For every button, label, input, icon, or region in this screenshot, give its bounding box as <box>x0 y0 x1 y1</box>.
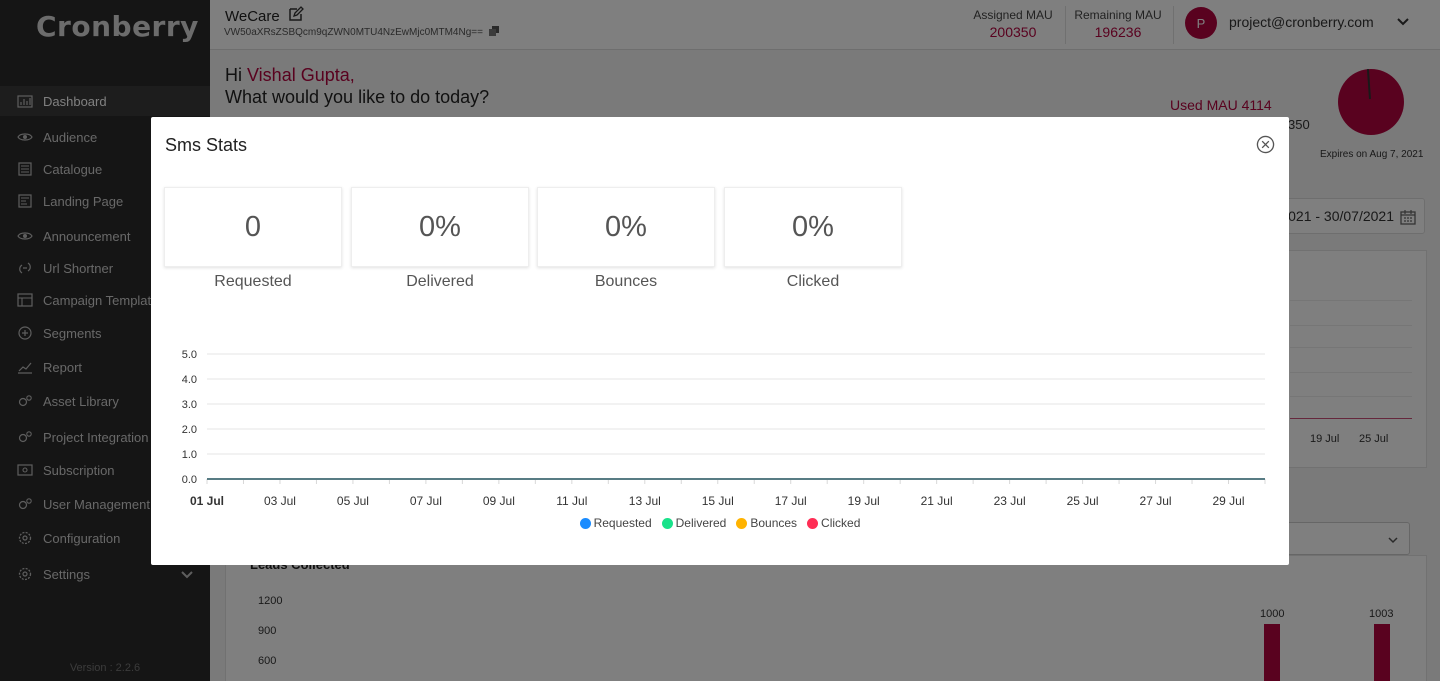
x-tick-label: 21 Jul <box>921 494 953 508</box>
x-tick-label: 05 Jul <box>337 494 369 508</box>
y-tick-label: 1.0 <box>182 449 197 461</box>
x-tick-label: 17 Jul <box>775 494 807 508</box>
legend-swatch <box>579 517 591 529</box>
y-tick-label: 2.0 <box>182 424 197 436</box>
legend-swatch <box>807 517 819 529</box>
x-tick-label: 07 Jul <box>410 494 442 508</box>
x-tick-label: 13 Jul <box>629 494 661 508</box>
legend-label: Bounces <box>750 516 798 530</box>
legend-label: Requested <box>593 516 652 530</box>
sms-stats-chart: 5.0 4.0 3.0 2.0 1.0 0.0 01 Jul 03 Jul 05 Jul 07 J… <box>182 349 1266 508</box>
x-tick-label: 11 Jul <box>556 494 587 508</box>
legend-label: Delivered <box>675 516 727 530</box>
legend-item-requested[interactable]: Requested <box>579 516 652 530</box>
x-tick-label: 15 Jul <box>702 494 734 508</box>
legend-item-clicked[interactable]: Clicked <box>807 516 860 530</box>
legend-label: Clicked <box>821 516 861 530</box>
y-tick-label: 4.0 <box>182 374 197 386</box>
x-tick-label: 29 Jul <box>1213 494 1245 508</box>
sms-stats-modal: Sms Stats 0 Requested 0% Delivered 0% Bo… <box>151 117 1289 565</box>
x-tick-label: 09 Jul <box>483 494 515 508</box>
x-tick-label: 25 Jul <box>1067 494 1099 508</box>
x-tick-label: 19 Jul <box>848 494 880 508</box>
legend-swatch <box>661 517 673 529</box>
y-tick-label: 3.0 <box>182 399 197 411</box>
x-tick-label: 03 Jul <box>264 494 296 508</box>
legend-swatch <box>736 517 748 529</box>
x-tick-label: 01 Jul <box>190 494 224 508</box>
chart-legend: Requested Delivered Bounces Clicked <box>151 516 1289 530</box>
x-tick-label: 23 Jul <box>994 494 1026 508</box>
y-tick-label: 0.0 <box>182 474 197 486</box>
legend-item-delivered[interactable]: Delivered <box>661 516 727 530</box>
y-tick-label: 5.0 <box>182 349 197 361</box>
legend-item-bounces[interactable]: Bounces <box>736 516 797 530</box>
x-tick-label: 27 Jul <box>1140 494 1172 508</box>
